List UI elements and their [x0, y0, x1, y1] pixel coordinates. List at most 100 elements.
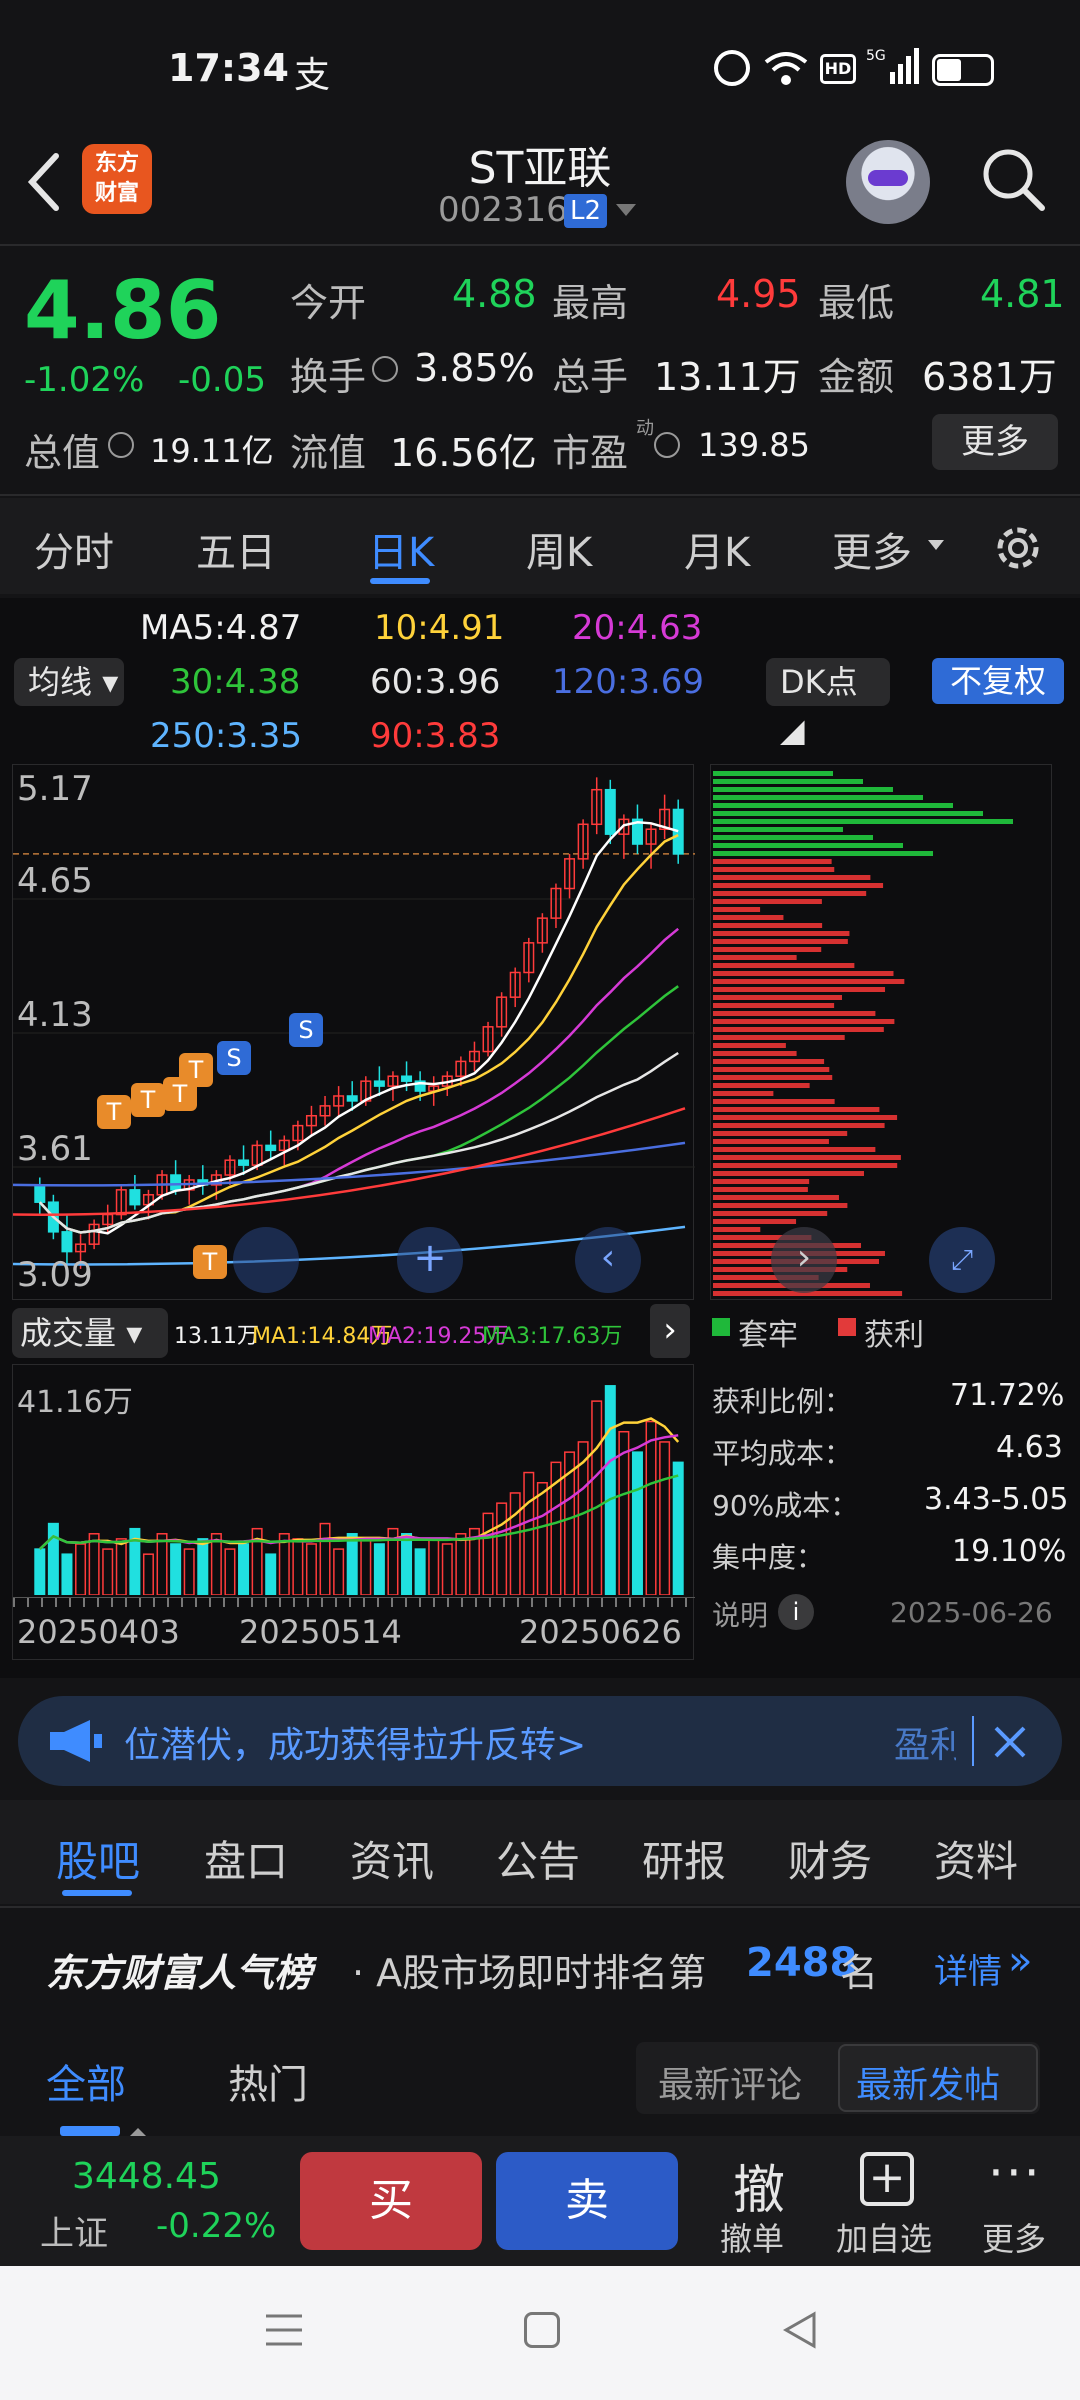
tab-five-day[interactable]: 五日 [196, 520, 276, 578]
volume-ma3: MA3:17.63万 [482, 1324, 623, 1349]
level2-badge[interactable]: L2 [564, 194, 608, 228]
amount-label: 金额 [818, 355, 895, 399]
chip-bar [713, 875, 871, 880]
sort-latest-comment[interactable]: 最新评论 [658, 2056, 802, 2108]
double-chevron-right-icon[interactable]: » [1008, 1938, 1032, 1984]
sort-latest-post-box[interactable]: 最新发帖 [838, 2044, 1038, 2112]
tab-announcements[interactable]: 公告 [496, 1828, 580, 1889]
expand-icon[interactable]: ⤢ [929, 1227, 995, 1293]
bottom-action-bar: 3448.45 上证 -0.22% 买 卖 撤 撤单 + 加自选 ··· 更多 [0, 2128, 1080, 2266]
add-watchlist-label[interactable]: 加自选 [836, 2214, 932, 2260]
tab-forum[interactable]: 股吧 [56, 1828, 140, 1889]
tab-hot[interactable]: 热门 [228, 2052, 308, 2110]
buy-button[interactable]: 买 [300, 2152, 482, 2250]
chevron-down-icon[interactable] [616, 204, 636, 216]
chip-bar [713, 1011, 876, 1016]
volume-bar [210, 1533, 222, 1596]
price-tick: 3.61 [17, 1129, 93, 1169]
rank-detail-link[interactable]: 详情 [934, 1944, 1002, 1993]
chip-bar [713, 1195, 839, 1200]
volume-bar [47, 1522, 59, 1596]
chip-bar [713, 819, 1013, 824]
cancel-order-label[interactable]: 撤单 [720, 2214, 784, 2260]
volume-label: 总手 [552, 355, 629, 399]
chip-bar [713, 987, 886, 992]
tab-research[interactable]: 研报 [642, 1828, 726, 1889]
t-signal-marker[interactable]: T [97, 1095, 131, 1129]
next-button[interactable]: › [771, 1227, 837, 1293]
info-icon[interactable]: i [778, 1594, 814, 1630]
volume-indicator-select[interactable]: 成交量 ▾ [12, 1308, 168, 1358]
more-icon[interactable]: ··· [988, 2144, 1042, 2202]
tab-news[interactable]: 资讯 [350, 1828, 434, 1889]
popularity-rank-row[interactable]: 东方财富人气榜 · A股市场即时排名第 2488 名 详情 » [0, 1908, 1080, 2018]
promo-banner[interactable]: 位潜伏，成功获得拉升反转> 盈利 [18, 1696, 1062, 1786]
t-signal-marker[interactable]: T [193, 1245, 227, 1279]
chip-bar [713, 835, 873, 840]
search-icon[interactable] [978, 144, 1050, 216]
change-value: -0.05 [178, 360, 266, 400]
sell-signal-marker[interactable]: S [289, 1013, 323, 1047]
tab-more[interactable]: 更多 [832, 520, 912, 578]
rank-suffix: 名 [840, 1951, 879, 1995]
tab-weekly-k[interactable]: 周K [526, 520, 592, 578]
back-nav-icon[interactable] [780, 2310, 820, 2350]
menu-icon[interactable] [264, 2310, 304, 2350]
chip-bar [713, 1059, 825, 1064]
chip-bar [713, 1139, 829, 1144]
float-cap-value: 16.56亿 [390, 431, 537, 475]
clock: 17:34 [168, 46, 289, 90]
x-axis-ticks [13, 1597, 695, 1607]
tab-profile[interactable]: 资料 [934, 1828, 1018, 1889]
sell-button[interactable]: 卖 [496, 2152, 678, 2250]
scroll-left-button[interactable] [233, 1227, 299, 1293]
tab-all[interactable]: 全部 [46, 2052, 126, 2110]
status-bar: 17:34 支 HD 5G [0, 0, 1080, 130]
dk-point-button[interactable]: DK点 ◢ [766, 658, 890, 749]
t-signal-marker[interactable]: T [131, 1083, 165, 1117]
ma-select-button[interactable]: 均线 ▾ [14, 658, 124, 706]
tab-daily-k[interactable]: 日K [368, 520, 434, 578]
info-icon[interactable] [108, 432, 134, 458]
more-stats-button[interactable]: 更多 [932, 414, 1058, 470]
tab-timeshare[interactable]: 分时 [34, 520, 114, 578]
candle-body [373, 1080, 385, 1087]
info-icon[interactable] [654, 432, 680, 458]
info-icon[interactable] [372, 356, 398, 382]
zoom-in-button[interactable]: + [397, 1227, 463, 1293]
quote-panel: 4.86 -1.02% -0.05 今开 4.88 最高 4.95 最低 4.8… [0, 246, 1080, 494]
robot-assistant-icon[interactable] [846, 140, 930, 224]
more-label[interactable]: 更多 [982, 2214, 1046, 2260]
add-watchlist-icon[interactable]: + [860, 2152, 914, 2206]
chip-bar [713, 1179, 810, 1184]
t-signal-marker[interactable]: T [163, 1077, 197, 1111]
candle-body [604, 788, 616, 835]
candle-chart[interactable] [12, 765, 695, 1301]
chip-bar [713, 779, 863, 784]
chip-bar [713, 1155, 901, 1160]
chip-bar [713, 1227, 761, 1232]
chip-bar [713, 1027, 884, 1032]
chevron-down-icon[interactable] [928, 540, 944, 550]
forum-tabs: 全部 热门 最新评论 最新发帖 [0, 2030, 1080, 2136]
sell-signal-marker[interactable]: S [217, 1041, 251, 1075]
battery-icon [932, 54, 994, 86]
index-value[interactable]: 3448.45 [72, 2156, 221, 2197]
prev-button[interactable]: ‹ [575, 1227, 641, 1293]
chip-bar [713, 891, 867, 896]
expand-panel-button[interactable]: › [650, 1304, 690, 1358]
tab-order-book[interactable]: 盘口 [204, 1828, 288, 1889]
home-icon[interactable] [524, 2312, 560, 2348]
close-icon[interactable] [992, 1724, 1028, 1760]
profit-ratio-label: 获利比例： [712, 1385, 853, 1418]
tab-monthly-k[interactable]: 月K [684, 520, 750, 578]
price-tick: 3.09 [17, 1255, 93, 1295]
tab-financials[interactable]: 财务 [788, 1828, 872, 1889]
gear-icon[interactable] [990, 520, 1046, 576]
cancel-order-icon[interactable]: 撤 [724, 2148, 794, 2223]
open-label: 今开 [290, 281, 367, 325]
adjustment-button[interactable]: 不复权 [932, 658, 1064, 704]
volume-bar [523, 1471, 535, 1596]
chevron-up-icon[interactable] [130, 2128, 146, 2136]
low-label: 最低 [818, 281, 895, 325]
